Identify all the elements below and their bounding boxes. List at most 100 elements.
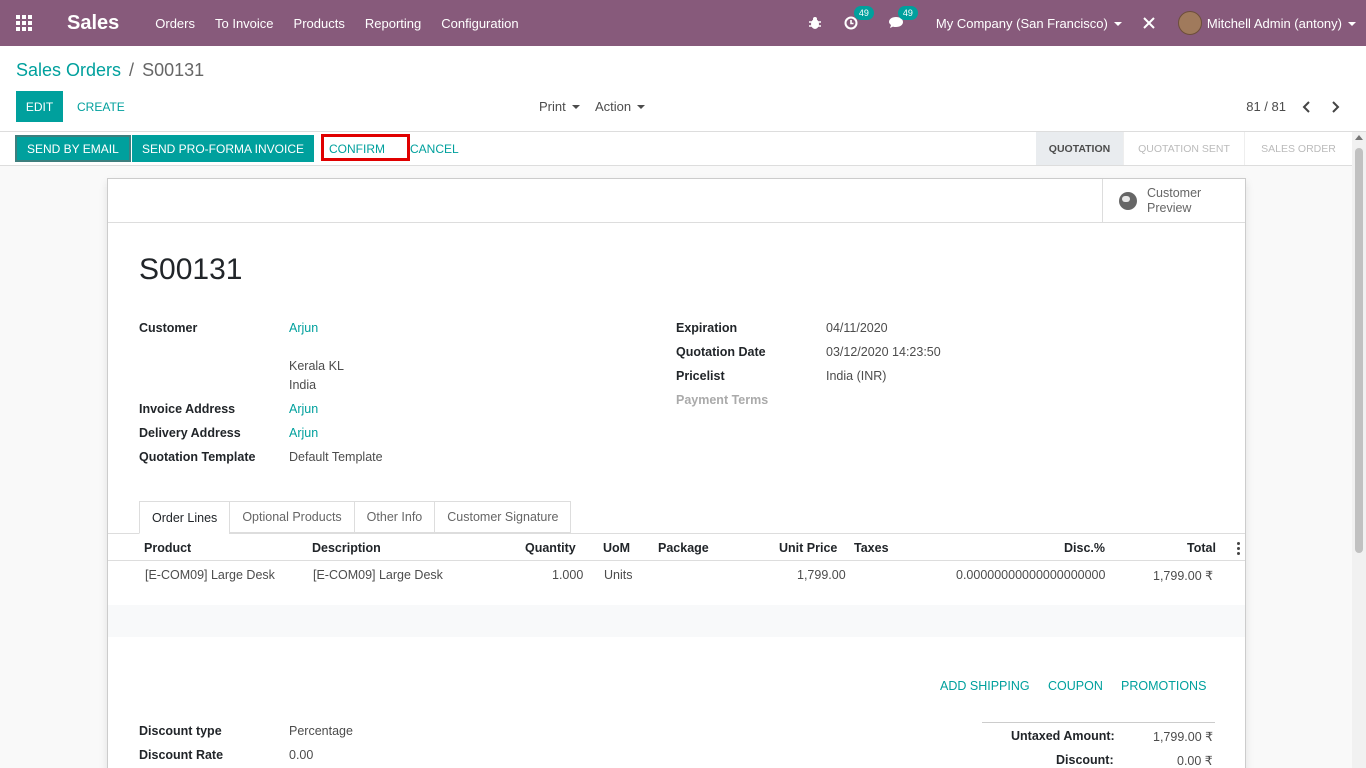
activity-count-badge: 49 [853, 6, 874, 20]
line-total: 1,799.00 ₹ [1153, 569, 1214, 583]
menu-item-configuration[interactable]: Configuration [441, 16, 518, 31]
user-menu[interactable]: Mitchell Admin (antony) [1207, 16, 1356, 31]
coupon-button[interactable]: Coupon [1048, 679, 1103, 693]
promotions-button[interactable]: Promotions [1121, 679, 1206, 693]
breadcrumb: Sales Orders / S00131 [16, 60, 204, 81]
pager-next-icon[interactable] [1330, 91, 1340, 122]
column-discount[interactable]: Disc.% [1064, 541, 1105, 555]
column-uom[interactable]: UoM [603, 541, 630, 555]
tab-other-info[interactable]: Other Info [353, 501, 435, 533]
line-description: [E-COM09] Large Desk [313, 568, 443, 582]
menu-item-to-invoice[interactable]: To Invoice [215, 16, 274, 31]
column-package[interactable]: Package [658, 541, 709, 555]
scroll-up-icon[interactable] [1355, 135, 1363, 140]
navbar-systray: 49 49 My Company (San Francisco) Mitchel… [808, 0, 1366, 46]
customer-preview-button[interactable]: Customer Preview [1102, 179, 1245, 222]
invoice-address-link[interactable]: Arjun [289, 402, 318, 416]
caret-down-icon [1113, 22, 1122, 27]
pricelist-label: Pricelist [676, 369, 725, 383]
action-label: Action [595, 99, 632, 114]
order-lines-header: Product Description Quantity UoM Package… [108, 534, 1245, 561]
column-total[interactable]: Total [1187, 541, 1216, 555]
column-product[interactable]: Product [144, 541, 191, 555]
button-box: Customer Preview [108, 179, 1245, 223]
company-name: My Company (San Francisco) [935, 15, 1108, 31]
delivery-address-label: Delivery Address [139, 426, 241, 440]
stage-bar: Quotation Quotation Sent Sales Order [1036, 132, 1352, 165]
add-shipping-button[interactable]: Add Shipping [940, 679, 1030, 693]
company-switcher[interactable]: My Company (San Francisco) [936, 16, 1122, 31]
tab-customer-signature[interactable]: Customer Signature [434, 501, 572, 533]
column-taxes[interactable]: Taxes [854, 541, 889, 555]
column-description[interactable]: Description [312, 541, 381, 555]
activity-clock-icon[interactable]: 49 [844, 6, 874, 30]
print-label: Print [539, 99, 566, 114]
bug-icon[interactable] [808, 16, 822, 30]
tools-icon[interactable] [1142, 16, 1156, 30]
customer-address-line2: India [289, 378, 317, 392]
delivery-address-link[interactable]: Arjun [289, 426, 318, 440]
column-quantity[interactable]: Quantity [525, 541, 576, 555]
menu-item-products[interactable]: Products [294, 16, 345, 31]
quotation-date-value: 03/12/2020 14:23:50 [826, 345, 941, 359]
vertical-scrollbar[interactable] [1352, 132, 1366, 768]
column-unit-price[interactable]: Unit Price [779, 541, 837, 555]
user-avatar[interactable] [1177, 11, 1202, 35]
invoice-address-label: Invoice Address [139, 402, 236, 416]
stage-quotation-sent[interactable]: Quotation Sent [1123, 132, 1244, 165]
caret-down-icon [637, 104, 646, 109]
confirm-highlight-box [321, 134, 410, 161]
pager-value[interactable]: 81 / 81 [1246, 91, 1286, 122]
discount-total-label: Discount: [1056, 753, 1114, 767]
column-options-icon[interactable] [1237, 542, 1240, 555]
tab-optional-products[interactable]: Optional Products [229, 501, 354, 533]
messages-icon[interactable]: 49 [888, 6, 918, 30]
discount-rate-label: Discount Rate [139, 748, 224, 762]
discount-type-label: Discount type [139, 724, 222, 738]
scroll-thumb[interactable] [1355, 148, 1363, 553]
form-sheet: Customer Preview S00131 Customer Arjun K… [107, 178, 1246, 768]
totals-divider [982, 722, 1215, 723]
form-statusbar: Send by Email Send Pro-Forma Invoice Con… [0, 132, 1352, 166]
edit-button[interactable]: Edit [16, 91, 63, 122]
line-uom: Units [604, 568, 633, 582]
discount-rate-value: 0.00 [289, 748, 314, 762]
quotation-date-label: Quotation Date [676, 345, 766, 359]
quotation-template-label: Quotation Template [139, 450, 256, 464]
print-dropdown[interactable]: Print [539, 91, 580, 122]
table-row[interactable]: [E-COM09] Large Desk [E-COM09] Large Des… [108, 561, 1245, 589]
pager-previous-icon[interactable] [1302, 91, 1312, 122]
customer-link[interactable]: Arjun [289, 321, 318, 335]
app-name[interactable]: Sales [67, 12, 119, 35]
send-by-email-button[interactable]: Send by Email [15, 135, 131, 162]
pricelist-value: India (INR) [826, 369, 887, 383]
menu-item-orders[interactable]: Orders [155, 16, 195, 31]
breadcrumb-current: S00131 [142, 60, 205, 80]
expiration-value: 04/11/2020 [826, 321, 888, 335]
cancel-button[interactable]: Cancel [410, 135, 459, 162]
top-navbar: Sales Orders To Invoice Products Reporti… [0, 0, 1366, 46]
stage-sales-order[interactable]: Sales Order [1244, 132, 1352, 165]
stage-quotation[interactable]: Quotation [1036, 132, 1123, 165]
globe-icon [1119, 191, 1137, 210]
line-quantity: 1.000 [552, 568, 584, 582]
breadcrumb-sales-orders[interactable]: Sales Orders [16, 60, 121, 81]
apps-menu-icon[interactable] [0, 0, 48, 46]
line-product: [E-COM09] Large Desk [145, 568, 275, 582]
notebook-tabs: Order Lines Optional Products Other Info… [139, 501, 572, 534]
control-panel: Sales Orders / S00131 Edit Create Print … [0, 46, 1366, 132]
line-unit-price: 1,799.00 [797, 568, 846, 582]
menu-item-reporting[interactable]: Reporting [365, 16, 421, 31]
discount-total-value: 0.00 ₹ [1177, 754, 1213, 768]
payment-terms-label: Payment Terms [676, 393, 769, 407]
customer-label: Customer [139, 321, 198, 335]
send-proforma-button[interactable]: Send Pro-Forma Invoice [132, 135, 315, 162]
untaxed-amount-value: 1,799.00 ₹ [1153, 730, 1214, 744]
action-dropdown[interactable]: Action [595, 91, 646, 122]
caret-down-icon [571, 104, 580, 109]
messages-count-badge: 49 [897, 6, 918, 20]
create-button[interactable]: Create [77, 91, 125, 122]
main-menu: Orders To Invoice Products Reporting Con… [155, 16, 538, 31]
tab-order-lines[interactable]: Order Lines [139, 501, 230, 534]
breadcrumb-separator: / [129, 60, 135, 80]
